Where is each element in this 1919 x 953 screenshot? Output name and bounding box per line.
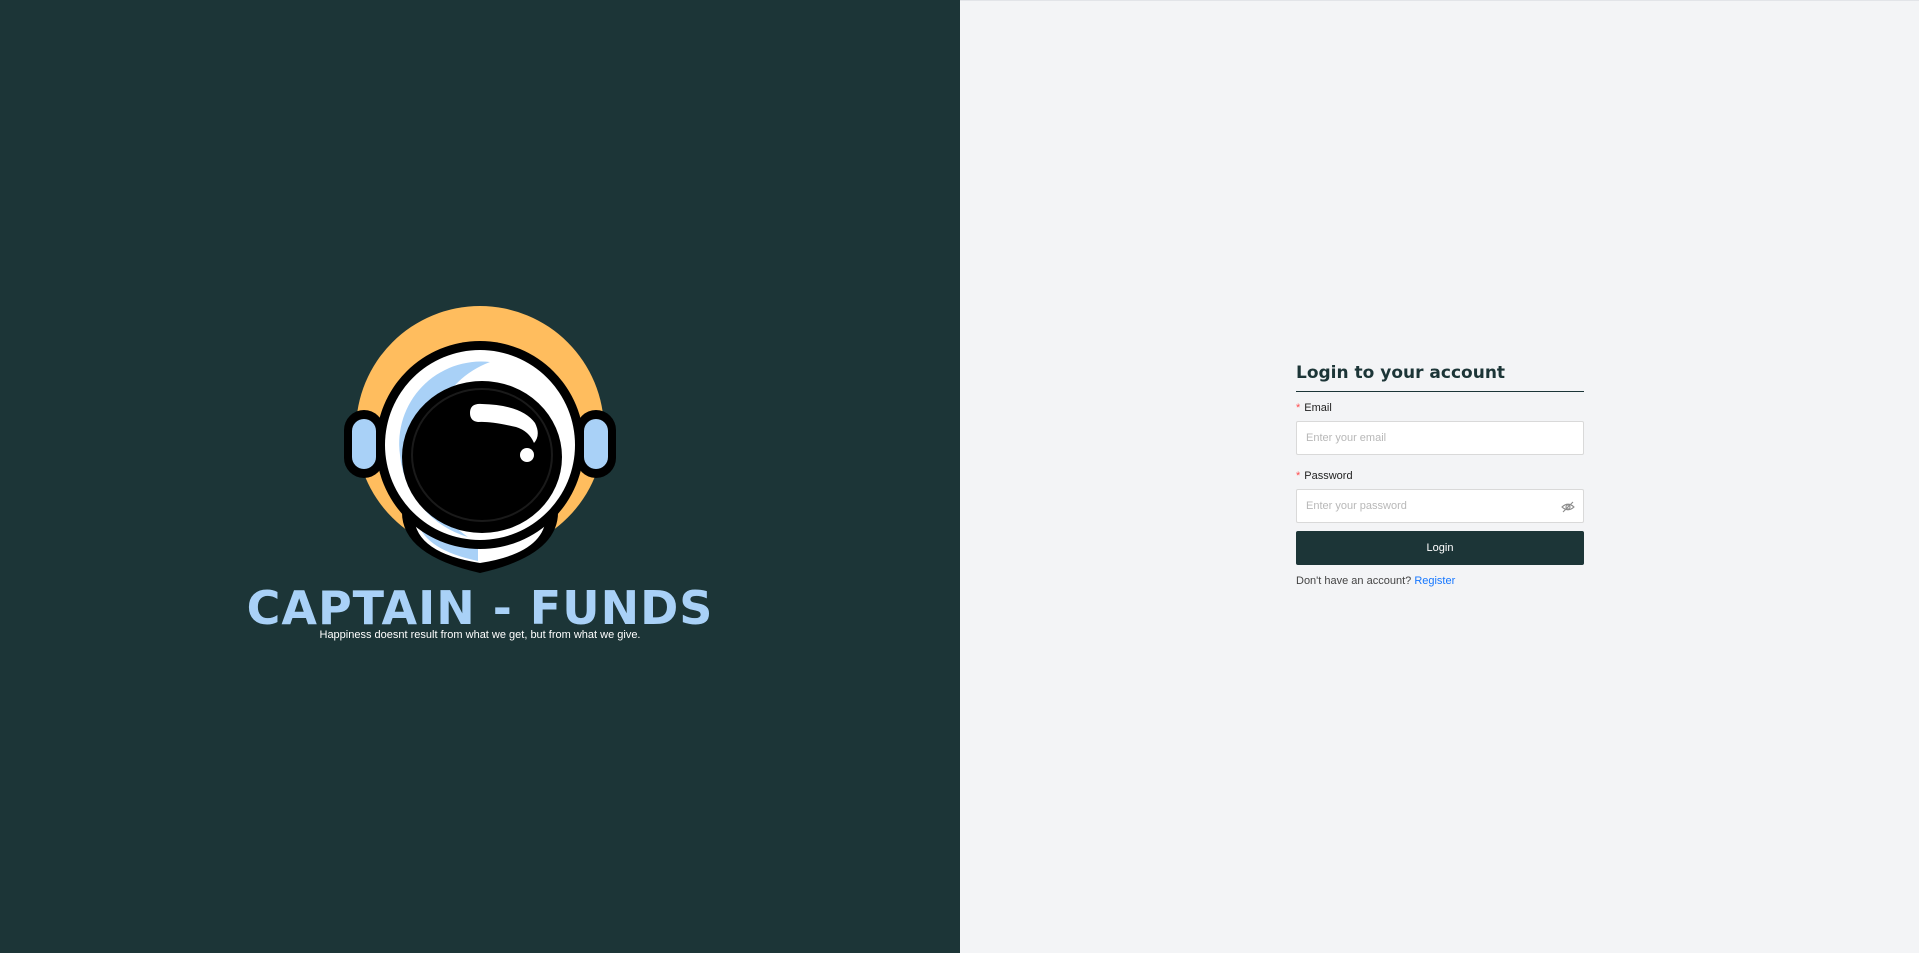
email-label-row: * Email <box>1296 402 1584 414</box>
password-field-wrapper <box>1296 489 1584 523</box>
login-heading: Login to your account <box>1296 363 1584 392</box>
login-page: CAPTAIN - FUNDS Happiness doesnt result … <box>0 0 1919 953</box>
login-form: Login to your account * Email * Password <box>1296 363 1584 587</box>
register-link[interactable]: Register <box>1414 575 1455 587</box>
register-prompt: Don't have an account? <box>1296 575 1412 587</box>
brand-tagline: Happiness doesnt result from what we get… <box>319 629 641 641</box>
brand-panel: CAPTAIN - FUNDS Happiness doesnt result … <box>0 0 960 953</box>
login-button[interactable]: Login <box>1296 531 1584 565</box>
password-label: Password <box>1304 470 1353 482</box>
password-field[interactable] <box>1297 490 1583 522</box>
email-field-wrapper <box>1296 421 1584 455</box>
brand-title: CAPTAIN - FUNDS <box>246 581 714 635</box>
required-marker: * <box>1296 402 1301 414</box>
login-panel: Login to your account * Email * Password <box>960 0 1919 953</box>
astronaut-helmet-icon <box>340 305 620 585</box>
password-label-row: * Password <box>1296 470 1584 482</box>
eye-invisible-icon[interactable] <box>1561 500 1575 514</box>
register-row: Don't have an account? Register <box>1296 575 1584 587</box>
email-field[interactable] <box>1297 422 1583 454</box>
email-label: Email <box>1304 402 1332 414</box>
required-marker: * <box>1296 470 1301 482</box>
